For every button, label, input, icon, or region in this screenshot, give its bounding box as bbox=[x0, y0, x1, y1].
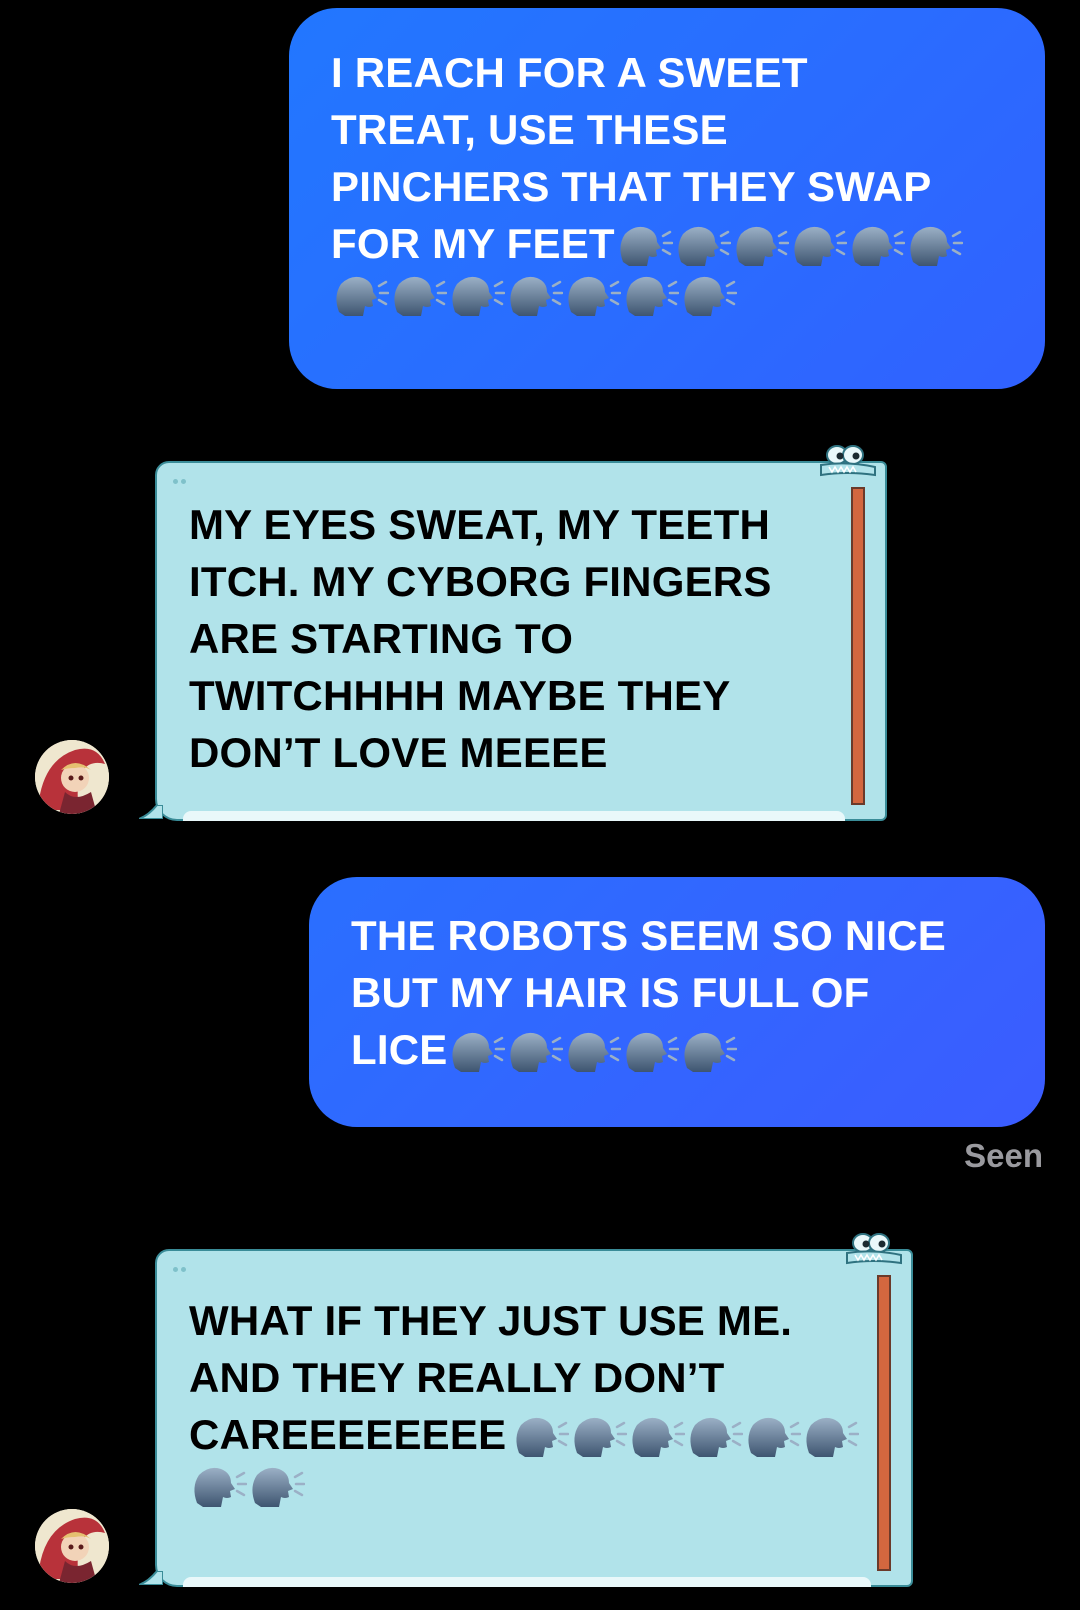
speaking-head-icon bbox=[510, 276, 563, 316]
speaking-head-icon bbox=[568, 276, 621, 316]
speaking-head-icon bbox=[394, 276, 447, 316]
speaking-head-icon bbox=[632, 1417, 685, 1457]
speaking-head-icon bbox=[336, 276, 389, 316]
speaking-head-icon bbox=[684, 276, 737, 316]
speaking-head-icon bbox=[568, 1032, 622, 1072]
avatar[interactable] bbox=[35, 740, 109, 814]
speaking-head-icon bbox=[620, 226, 673, 266]
bubble-tail-icon bbox=[139, 1571, 163, 1585]
speaking-head-icon bbox=[252, 1467, 305, 1507]
speaking-head-icon bbox=[452, 276, 505, 316]
speaking-head-icon bbox=[452, 1032, 506, 1072]
crocodile-head-icon bbox=[820, 445, 876, 477]
bubble-tail-icon bbox=[139, 805, 163, 819]
bubble-bottom-band bbox=[183, 811, 845, 821]
speaking-head-icon bbox=[678, 226, 731, 266]
speaking-head-icon bbox=[626, 1032, 680, 1072]
seen-status-label: Seen bbox=[964, 1137, 1043, 1174]
incoming-message-bubble[interactable]: MY EYES SWEAT, MY TEETH ITCH. MY CYBORG … bbox=[139, 445, 887, 821]
avatar-icon bbox=[35, 740, 109, 814]
speaking-head-icon bbox=[690, 1417, 743, 1457]
speaking-head-icon bbox=[194, 1467, 247, 1507]
speaking-head-icon bbox=[736, 226, 789, 266]
speaking-head-icon bbox=[684, 1032, 738, 1072]
speaking-head-icon bbox=[516, 1417, 569, 1457]
outgoing-message-bubble[interactable]: THE ROBOTS SEEM SO NICE BUT MY HAIR IS F… bbox=[309, 877, 1045, 1127]
message-text: MY EYES SWEAT, MY TEETH ITCH. MY CYBORG … bbox=[189, 501, 772, 776]
bubble-dots-decoration bbox=[173, 1259, 191, 1272]
avatar-icon bbox=[35, 1509, 109, 1583]
speaking-head-icon bbox=[910, 226, 963, 266]
speaking-head-icon bbox=[626, 276, 679, 316]
speaking-head-icon bbox=[806, 1417, 859, 1457]
bubble-accent-bar bbox=[851, 487, 865, 805]
speaking-head-icon bbox=[748, 1417, 801, 1457]
bubble-dots-decoration bbox=[173, 471, 191, 484]
speaking-head-emoji-row bbox=[447, 1032, 738, 1072]
outgoing-message-bubble[interactable]: I REACH FOR A SWEET TREAT, USE THESE PIN… bbox=[289, 8, 1045, 389]
speaking-head-icon bbox=[794, 226, 847, 266]
speaking-head-icon bbox=[510, 1032, 564, 1072]
avatar[interactable] bbox=[35, 1509, 109, 1583]
bubble-accent-bar bbox=[877, 1275, 891, 1571]
bubble-bottom-band bbox=[183, 1577, 871, 1587]
speaking-head-icon bbox=[852, 226, 905, 266]
speaking-head-icon bbox=[574, 1417, 627, 1457]
crocodile-head-icon bbox=[846, 1233, 902, 1265]
incoming-message-bubble[interactable]: WHAT IF THEY JUST USE ME. AND THEY REALL… bbox=[139, 1233, 913, 1587]
